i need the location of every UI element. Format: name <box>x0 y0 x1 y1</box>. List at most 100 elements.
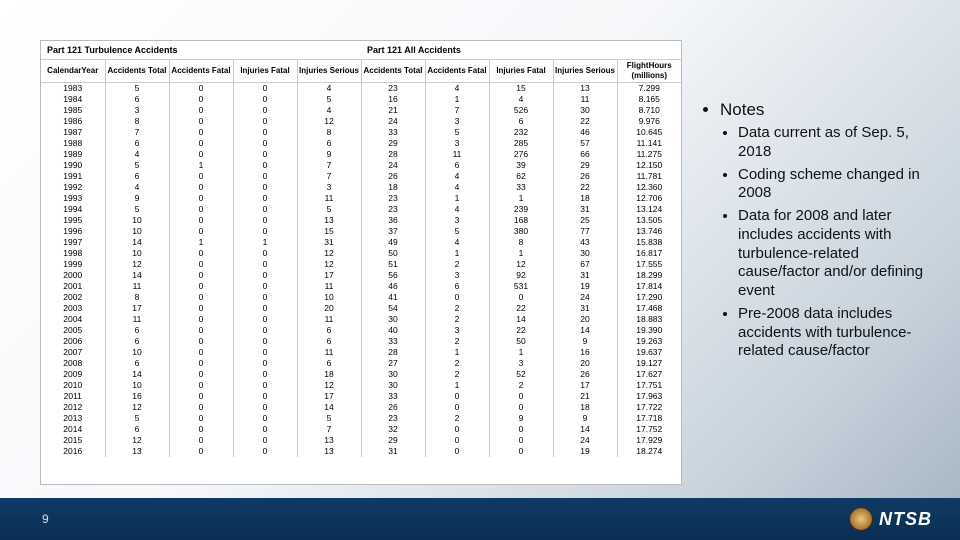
table-cell: 14 <box>105 237 169 248</box>
table-cell: 26 <box>553 171 617 182</box>
table-cell: 531 <box>489 281 553 292</box>
table-cell: 2016 <box>41 446 105 457</box>
table-cell: 18 <box>553 402 617 413</box>
table-cell: 0 <box>169 446 233 457</box>
table-row: 2004110011302142018.883 <box>41 314 681 325</box>
table-row: 1983500423415137.299 <box>41 83 681 95</box>
table-cell: 2014 <box>41 424 105 435</box>
table-cell: 17 <box>105 303 169 314</box>
table-cell: 0 <box>425 435 489 446</box>
table-cell: 4 <box>425 237 489 248</box>
table-cell: 18.883 <box>617 314 681 325</box>
table-cell: 0 <box>169 435 233 446</box>
table-cell: 0 <box>169 116 233 127</box>
table-cell: 11 <box>105 281 169 292</box>
table-cell: 10 <box>105 248 169 259</box>
table-cell: 17.963 <box>617 391 681 402</box>
table-cell: 5 <box>297 413 361 424</box>
table-cell: 11 <box>297 281 361 292</box>
table-cell: 31 <box>361 446 425 457</box>
table-cell: 1 <box>489 347 553 358</box>
table-cell: 2004 <box>41 314 105 325</box>
table-cell: 0 <box>233 314 297 325</box>
table-cell: 1985 <box>41 105 105 116</box>
table-cell: 37 <box>361 226 425 237</box>
table-cell: 22 <box>553 116 617 127</box>
table-cell: 20 <box>297 303 361 314</box>
table-cell: 8 <box>297 127 361 138</box>
table-cell: 14 <box>489 314 553 325</box>
table-cell: 5 <box>105 413 169 424</box>
table-row: 201613001331001918.274 <box>41 446 681 457</box>
table-cell: 10 <box>297 292 361 303</box>
table-cell: 17.722 <box>617 402 681 413</box>
table-cell: 0 <box>233 281 297 292</box>
table-cell: 19.263 <box>617 336 681 347</box>
table-cell: 1995 <box>41 215 105 226</box>
table-cell: 12 <box>297 380 361 391</box>
table-cell: 24 <box>553 292 617 303</box>
table-cell: 0 <box>489 402 553 413</box>
table-cell: 9 <box>489 413 553 424</box>
table-cell: 52 <box>489 369 553 380</box>
table-cell: 7 <box>297 160 361 171</box>
table-cell: 17.290 <box>617 292 681 303</box>
table-row: 201116001733002117.963 <box>41 391 681 402</box>
table-cell: 11 <box>297 347 361 358</box>
table-row: 20011100114665311917.814 <box>41 281 681 292</box>
table-cell: 1989 <box>41 149 105 160</box>
table-cell: 30 <box>361 369 425 380</box>
table-row: 201350052329917.718 <box>41 413 681 424</box>
table-cell: 0 <box>169 325 233 336</box>
table-cell: 0 <box>233 149 297 160</box>
table-cell: 12.150 <box>617 160 681 171</box>
table-cell: 23 <box>361 204 425 215</box>
table-cell: 12 <box>105 435 169 446</box>
table-cell: 7 <box>425 105 489 116</box>
column-header: CalendarYear <box>41 60 105 83</box>
table-cell: 14 <box>105 369 169 380</box>
table-cell: 7 <box>105 127 169 138</box>
table-cell: 2 <box>425 358 489 369</box>
table-cell: 0 <box>233 94 297 105</box>
table-cell: 3 <box>425 116 489 127</box>
table-cell: 31 <box>297 237 361 248</box>
table-cell: 12.360 <box>617 182 681 193</box>
table-cell: 0 <box>169 413 233 424</box>
table-cell: 6 <box>105 171 169 182</box>
table-cell: 5 <box>297 94 361 105</box>
table-cell: 0 <box>233 270 297 281</box>
notes-title: Notes <box>720 100 930 120</box>
table-cell: 1984 <box>41 94 105 105</box>
table-cell: 4 <box>425 171 489 182</box>
table-cell: 2006 <box>41 336 105 347</box>
column-header: FlightHours (millions) <box>617 60 681 83</box>
table-cell: 3 <box>425 325 489 336</box>
table-cell: 2002 <box>41 292 105 303</box>
table-cell: 17.468 <box>617 303 681 314</box>
table-cell: 50 <box>361 248 425 259</box>
table-cell: 7 <box>297 171 361 182</box>
slide-number: 9 <box>42 512 49 526</box>
table-cell: 50 <box>489 336 553 347</box>
table-cell: 12 <box>105 402 169 413</box>
table-cell: 6 <box>489 116 553 127</box>
table-cell: 2000 <box>41 270 105 281</box>
table-cell: 2009 <box>41 369 105 380</box>
table-cell: 18 <box>361 182 425 193</box>
table-cell: 17.718 <box>617 413 681 424</box>
table-cell: 285 <box>489 138 553 149</box>
table-cell: 0 <box>169 105 233 116</box>
table-cell: 3 <box>425 215 489 226</box>
bottom-bar: 9 NTSB <box>0 498 960 540</box>
table-cell: 9 <box>553 336 617 347</box>
table-cell: 2012 <box>41 402 105 413</box>
data-table-container: Part 121 Turbulence Accidents Part 121 A… <box>40 40 682 485</box>
table-row: 19916007264622611.781 <box>41 171 681 182</box>
table-cell: 0 <box>169 149 233 160</box>
table-cell: 0 <box>169 94 233 105</box>
table-cell: 16 <box>361 94 425 105</box>
table-row: 199450052342393113.124 <box>41 204 681 215</box>
table-cell: 9 <box>105 193 169 204</box>
table-cell: 6 <box>297 325 361 336</box>
